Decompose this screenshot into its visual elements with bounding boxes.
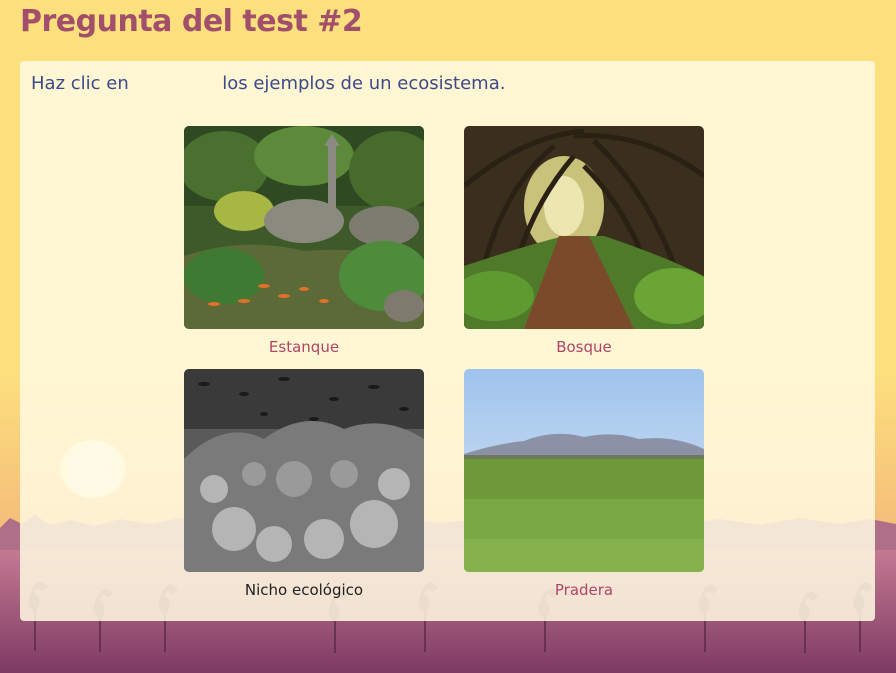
question-prompt: Haz clic en los ejemplos de un ecosistem…	[31, 73, 505, 94]
answer-option-nicho-ecologico[interactable]: Nicho ecológico	[184, 369, 424, 599]
answer-option-pradera[interactable]: Pradera	[464, 369, 704, 599]
coral-reef-image[interactable]	[184, 369, 424, 572]
prompt-text-start: Haz clic en	[31, 73, 129, 94]
prompt-text-end: los ejemplos de un ecosistema.	[222, 73, 506, 94]
forest-path-image[interactable]	[464, 126, 704, 329]
answer-option-estanque[interactable]: Estanque	[184, 126, 424, 356]
grassland-image[interactable]	[464, 369, 704, 572]
page-title: Pregunta del test #2	[20, 4, 363, 39]
pond-garden-image[interactable]	[184, 126, 424, 329]
answer-option-bosque[interactable]: Bosque	[464, 126, 704, 356]
option-label-estanque: Estanque	[268, 338, 340, 356]
option-label-nicho-ecologico: Nicho ecológico	[244, 581, 364, 599]
option-label-pradera: Pradera	[554, 581, 614, 599]
question-panel: Haz clic en los ejemplos de un ecosistem…	[20, 61, 875, 621]
option-label-bosque: Bosque	[556, 338, 612, 356]
